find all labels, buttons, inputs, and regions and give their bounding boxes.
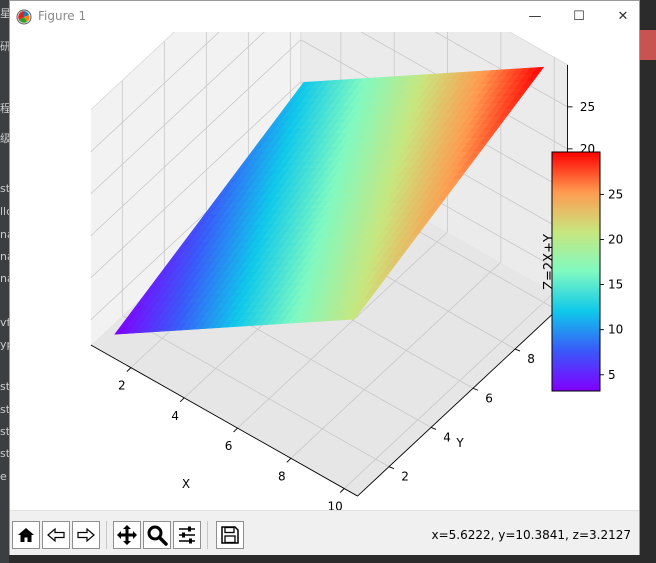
title-bar[interactable]: Figure 1 — ☐ ✕ xyxy=(10,1,639,32)
home-button[interactable] xyxy=(12,521,40,549)
save-icon xyxy=(221,526,239,544)
background-accent xyxy=(640,30,656,60)
y-tick xyxy=(514,348,521,352)
y-tick-label: 8 xyxy=(527,352,535,366)
y-tick xyxy=(472,387,479,391)
home-icon xyxy=(18,528,34,542)
x-tick-label: 6 xyxy=(225,439,233,453)
figure-canvas[interactable]: 246810246810510152025XYZ=2X+Y510152025 xyxy=(10,32,639,510)
y-tick-label: 2 xyxy=(401,470,409,484)
zoom-button[interactable] xyxy=(143,521,171,549)
z-tick-label: 25 xyxy=(580,100,595,114)
colorbar-tick-label: 20 xyxy=(608,232,623,246)
figure-window: Figure 1 — ☐ ✕ 246810246810510152025XYZ=… xyxy=(9,0,640,555)
window-title: Figure 1 xyxy=(38,9,87,23)
colorbar-tick-label: 25 xyxy=(608,187,623,201)
navigation-toolbar: x=5.6222, y=10.3841, z=3.2127 xyxy=(10,510,639,555)
colorbar-gradient xyxy=(551,151,601,392)
colorbar: 5 10 15 20 25 xyxy=(551,151,623,392)
x-tick-label: 8 xyxy=(278,469,286,483)
colorbar-tick-label: 15 xyxy=(608,278,623,292)
back-button[interactable] xyxy=(42,521,70,549)
x-tick xyxy=(179,397,185,403)
background-app-right xyxy=(640,0,656,563)
forward-icon xyxy=(77,527,95,543)
maximize-button[interactable]: ☐ xyxy=(557,1,601,32)
back-icon xyxy=(47,527,65,543)
close-button[interactable]: ✕ xyxy=(601,1,645,32)
axes-3d: 246810246810510152025XY xyxy=(90,32,595,511)
y-tick-label: 4 xyxy=(443,430,451,444)
x-tick-label: 2 xyxy=(118,379,126,393)
colorbar-tick-label: 10 xyxy=(608,323,623,337)
minimize-button[interactable]: — xyxy=(513,1,557,32)
forward-button[interactable] xyxy=(72,521,100,549)
y-tick-label: 6 xyxy=(485,391,493,405)
zoom-icon xyxy=(147,525,168,546)
toolbar-separator xyxy=(207,521,208,549)
configure-subplots-button[interactable] xyxy=(173,521,201,549)
x-tick xyxy=(126,367,132,372)
configure-subplots-icon xyxy=(179,526,195,544)
cursor-coordinates: x=5.6222, y=10.3841, z=3.2127 xyxy=(431,528,631,542)
colorbar-tick-label: 5 xyxy=(608,368,616,382)
x-tick xyxy=(286,457,292,463)
y-axis-label: Y xyxy=(455,436,464,450)
y-tick xyxy=(388,466,395,470)
x-tick-label: 10 xyxy=(328,500,343,511)
x-axis-label: X xyxy=(182,477,190,491)
x-tick xyxy=(339,488,345,493)
x-tick xyxy=(233,427,238,433)
y-tick xyxy=(430,427,437,430)
matplotlib-icon xyxy=(16,9,32,25)
save-button[interactable] xyxy=(216,521,244,549)
x-tick-label: 4 xyxy=(171,409,179,423)
pan-button[interactable] xyxy=(113,521,141,549)
plot-3d: 246810246810510152025XYZ=2X+Y510152025 xyxy=(90,32,623,511)
toolbar-separator xyxy=(106,521,107,549)
pan-icon xyxy=(117,525,137,545)
taskbar-strip xyxy=(9,555,640,563)
